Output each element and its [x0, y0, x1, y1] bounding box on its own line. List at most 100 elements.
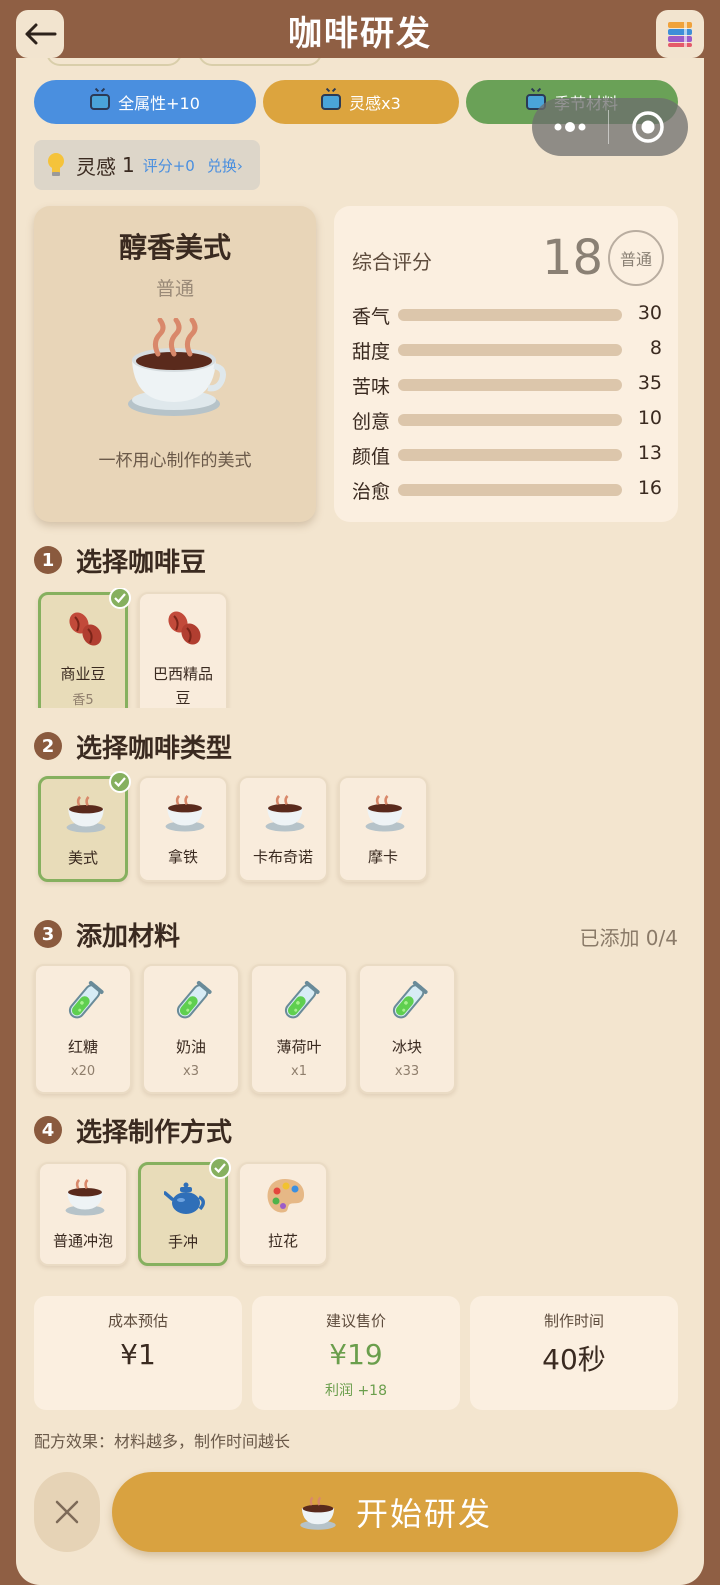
- stat-value: 30: [637, 302, 662, 324]
- step-number: 2: [34, 732, 62, 760]
- selected-check-icon: [209, 1157, 231, 1179]
- stat-row: 治愈 16: [352, 477, 662, 503]
- section-title-text: 选择咖啡豆: [76, 547, 207, 578]
- cost-label: 成本预估: [107, 1312, 168, 1330]
- product-name: 醇香美式: [118, 231, 231, 264]
- coffee-cup-icon: [265, 795, 305, 832]
- coffee-cup-icon: [65, 1179, 105, 1216]
- test-tube-icon: [68, 980, 104, 1019]
- step-number: 1: [34, 546, 62, 574]
- method-option-latte-art[interactable]: 拉花: [238, 1162, 328, 1266]
- method-label: 普通冲泡: [52, 1232, 113, 1250]
- stat-row: 颜值 13: [352, 442, 662, 468]
- bean-label: 商业豆: [60, 665, 106, 683]
- type-option-americano[interactable]: 美式: [38, 771, 131, 882]
- material-label: 冰块: [391, 1038, 422, 1056]
- section-beans-title: 1 选择咖啡豆: [34, 542, 206, 578]
- teapot-icon: [164, 1182, 205, 1214]
- price-value: ¥19: [329, 1338, 383, 1371]
- beans-scroll[interactable]: 商业豆 香5 巴西精品豆: [16, 588, 704, 708]
- more-menu-button[interactable]: [532, 98, 608, 156]
- score-label: 综合评分: [352, 250, 432, 274]
- buff-label: 灵感x3: [349, 94, 401, 113]
- buff-label: 全属性+10: [118, 94, 200, 113]
- selected-check-icon: [109, 588, 131, 609]
- stat-bar: [398, 344, 622, 356]
- materials-added-count: 已添加 0/4: [579, 926, 678, 950]
- inspiration-bar: 灵感 1 评分+0 兑换›: [34, 140, 260, 190]
- cost-estimate-card: 成本预估 ¥1: [34, 1296, 242, 1410]
- bean-option-brazil[interactable]: 巴西精品豆: [138, 592, 228, 708]
- method-label: 手冲: [167, 1233, 198, 1251]
- coffee-beans-icon: [168, 611, 201, 645]
- partial-chip: [198, 58, 322, 66]
- coffee-cup-icon: [128, 318, 226, 416]
- material-cream[interactable]: 奶油 x3: [142, 964, 240, 1094]
- recipe-book-button[interactable]: [656, 10, 704, 58]
- main-content: 全属性+10 灵感x3 季节材料 灵感 1 评分+0 兑换› 醇香美式 普通: [16, 58, 704, 1585]
- inspiration-value: 1: [122, 153, 135, 177]
- type-label: 摩卡: [367, 848, 398, 866]
- section-type-title: 2 选择咖啡类型: [34, 728, 232, 764]
- buff-all-stats-button[interactable]: 全属性+10: [34, 80, 256, 124]
- section-title-text: 选择咖啡类型: [76, 733, 233, 764]
- coffee-cup-icon: [300, 1496, 336, 1530]
- test-tube-icon: [284, 980, 320, 1019]
- stat-value: 8: [649, 337, 662, 359]
- material-count: x1: [291, 1064, 307, 1079]
- stat-row: 创意 10: [352, 407, 662, 433]
- section-method-title: 4 选择制作方式: [34, 1112, 232, 1148]
- material-count: x33: [394, 1064, 420, 1079]
- stat-bar: [398, 379, 622, 391]
- material-brown-sugar[interactable]: 红糖 x20: [34, 964, 132, 1094]
- cost-value: ¥1: [120, 1338, 156, 1371]
- section-title-text: 选择制作方式: [76, 1117, 233, 1148]
- product-grade: 普通: [155, 278, 194, 300]
- stat-bar: [398, 309, 622, 321]
- inspiration-label: 灵感: [76, 154, 116, 179]
- start-development-button[interactable]: 开始研发: [112, 1472, 678, 1552]
- close-miniprogram-button[interactable]: [609, 98, 687, 156]
- type-option-mocha[interactable]: 摩卡: [338, 776, 428, 882]
- time-label: 制作时间: [543, 1312, 604, 1330]
- product-card: 醇香美式 普通 一杯用心制作的美式: [34, 206, 316, 522]
- cancel-button[interactable]: [34, 1472, 100, 1552]
- stat-bar: [398, 449, 622, 461]
- lightbulb-icon: [48, 153, 64, 176]
- type-label: 美式: [67, 849, 98, 867]
- stat-name: 甜度: [352, 341, 391, 363]
- type-label: 拿铁: [167, 848, 198, 866]
- price-label: 建议售价: [325, 1312, 386, 1330]
- stat-row: 苦味 35: [352, 372, 662, 398]
- tv-icon: [321, 94, 342, 110]
- stat-value: 35: [637, 372, 662, 394]
- score-card: 综合评分 18 普通 香气 30 甜度 8 苦味 35 创意 10 颜值 13: [334, 206, 678, 522]
- material-label: 薄荷叶: [276, 1038, 322, 1056]
- stat-name: 创意: [352, 411, 391, 433]
- buff-inspiration-button[interactable]: 灵感x3: [263, 80, 459, 124]
- stat-bar: [398, 484, 622, 496]
- bean-option-commercial[interactable]: 商业豆 香5: [38, 588, 131, 708]
- product-description: 一杯用心制作的美式: [98, 451, 252, 471]
- material-ice[interactable]: 冰块 x33: [358, 964, 456, 1094]
- stat-name: 颜值: [352, 446, 391, 468]
- type-option-latte[interactable]: 拿铁: [138, 776, 228, 882]
- score-value: 18: [542, 230, 604, 286]
- material-label: 红糖: [67, 1038, 98, 1056]
- section-materials-title: 3 添加材料: [34, 916, 180, 952]
- type-option-cappuccino[interactable]: 卡布奇诺: [238, 776, 328, 882]
- section-title-text: 添加材料: [76, 921, 181, 952]
- method-option-standard-brew[interactable]: 普通冲泡: [38, 1162, 128, 1266]
- miniprogram-capsule: [532, 98, 688, 156]
- test-tube-icon: [176, 980, 212, 1019]
- stat-name: 治愈: [352, 481, 391, 503]
- method-option-pour-over[interactable]: 手冲: [138, 1157, 231, 1266]
- exchange-link[interactable]: 兑换›: [207, 155, 243, 176]
- material-mint[interactable]: 薄荷叶 x1: [250, 964, 348, 1094]
- partial-chip: [46, 58, 182, 66]
- step-number: 3: [34, 920, 62, 948]
- palette-icon: [267, 1179, 305, 1213]
- stat-row: 香气 30: [352, 302, 662, 328]
- time-value: 40秒: [542, 1343, 606, 1376]
- stat-value: 10: [637, 407, 662, 429]
